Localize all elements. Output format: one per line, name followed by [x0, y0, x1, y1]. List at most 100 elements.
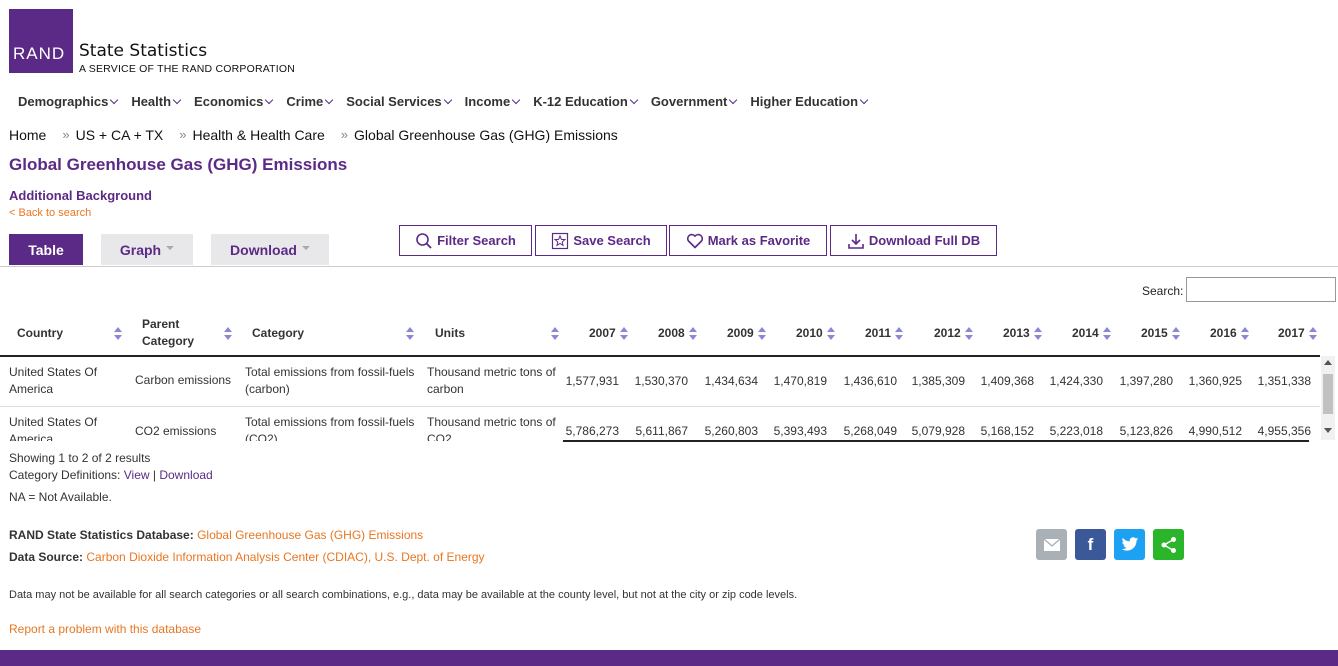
column-header-2007[interactable]: 2007 [589, 312, 628, 354]
column-header-2010[interactable]: 2010 [796, 312, 835, 354]
database-link[interactable]: Global Greenhouse Gas (GHG) Emissions [197, 528, 423, 542]
breadcrumb-topic[interactable]: Health & Health Care [193, 127, 325, 143]
twitter-share-button[interactable] [1114, 529, 1145, 560]
download-full-db-button[interactable]: Download Full DB [830, 225, 997, 256]
additional-background-link[interactable]: Additional Background [9, 188, 152, 203]
nav-k12-education[interactable]: K-12 Education [533, 94, 639, 109]
sort-icon [757, 326, 766, 340]
filter-search-button[interactable]: Filter Search [399, 225, 532, 256]
cell-parent-category: Carbon emissions [135, 373, 232, 387]
cell-value-2013: 5,168,152 [980, 424, 1034, 438]
category-definitions: Category Definitions: View | Download [9, 468, 213, 482]
sort-icon [114, 326, 122, 340]
column-header-country[interactable]: Country [17, 312, 122, 354]
cell-parent-category: CO2 emissions [135, 424, 217, 438]
sort-icon [551, 326, 559, 340]
column-header-parent-category[interactable]: Parent Category [142, 312, 232, 354]
back-to-search-link[interactable]: < Back to search [9, 207, 91, 219]
column-header-2011[interactable]: 2011 [865, 312, 904, 354]
table-row: United States Of America CO2 emissions T… [0, 407, 1320, 441]
cell-value-2010: 5,393,493 [773, 424, 827, 438]
cell-value-2016: 1,360,925 [1188, 374, 1242, 388]
scroll-down-arrow-icon[interactable] [1324, 428, 1332, 433]
chevron-down-icon [110, 95, 119, 104]
table-search-input[interactable] [1186, 277, 1336, 302]
sort-icon [1033, 326, 1042, 340]
star-bookmark-icon [552, 232, 569, 249]
column-header-2008[interactable]: 2008 [658, 312, 697, 354]
divider [0, 266, 1338, 267]
save-search-button[interactable]: Save Search [535, 225, 667, 256]
cell-value-2016: 4,990,512 [1188, 424, 1242, 438]
nav-health[interactable]: Health [131, 94, 182, 109]
email-icon [1043, 537, 1060, 551]
heart-icon [686, 233, 703, 248]
data-source-link[interactable]: Carbon Dioxide Information Analysis Cent… [86, 550, 484, 564]
breadcrumb-current: Global Greenhouse Gas (GHG) Emissions [354, 127, 618, 143]
column-header-2013[interactable]: 2013 [1003, 312, 1042, 354]
table-header-divider [0, 355, 1320, 357]
cell-value-2010: 1,470,819 [773, 374, 827, 388]
cell-value-2007: 5,786,273 [565, 424, 619, 438]
breadcrumb-home[interactable]: Home [9, 127, 46, 143]
rand-logo[interactable]: RAND [9, 9, 73, 73]
share-button[interactable] [1153, 529, 1184, 560]
sort-icon [895, 326, 904, 340]
nav-social-services[interactable]: Social Services [346, 94, 452, 109]
cell-value-2017: 4,955,356 [1257, 424, 1311, 438]
disclaimer: Data may not be available for all search… [9, 589, 798, 601]
breadcrumb-separator: » [179, 127, 187, 142]
chevron-down-icon [511, 95, 521, 104]
email-share-button[interactable] [1036, 529, 1067, 560]
results-count: Showing 1 to 2 of 2 results [9, 451, 151, 465]
report-problem-link[interactable]: Report a problem with this database [9, 622, 201, 636]
column-header-2009[interactable]: 2009 [727, 312, 766, 354]
sort-icon [1102, 326, 1111, 340]
nav-income[interactable]: Income [465, 94, 521, 109]
nav-economics[interactable]: Economics [194, 94, 274, 109]
chevron-down-icon [859, 95, 869, 104]
breadcrumb-location[interactable]: US + CA + TX [76, 127, 164, 143]
column-header-category[interactable]: Category [252, 312, 414, 354]
cell-value-2015: 1,397,280 [1119, 374, 1173, 388]
tab-table[interactable]: Table [9, 234, 83, 265]
sort-icon [619, 326, 628, 340]
cell-value-2009: 5,260,803 [704, 424, 758, 438]
cell-units: Thousand metric tons of CO2 [427, 415, 556, 441]
chevron-down-icon [172, 95, 182, 104]
cell-value-2014: 5,223,018 [1049, 424, 1103, 438]
mark-as-favorite-button[interactable]: Mark as Favorite [669, 225, 827, 256]
column-header-2014[interactable]: 2014 [1072, 312, 1111, 354]
scroll-up-arrow-icon[interactable] [1324, 360, 1332, 365]
chevron-down-icon [729, 95, 738, 104]
nav-demographics[interactable]: Demographics [18, 94, 119, 109]
column-header-units[interactable]: Units [435, 312, 559, 354]
chevron-down-icon [325, 95, 334, 104]
breadcrumb: Home » US + CA + TX » Health & Health Ca… [9, 127, 618, 143]
column-header-2015[interactable]: 2015 [1141, 312, 1180, 354]
definitions-download-link[interactable]: Download [159, 468, 212, 482]
tab-graph[interactable]: Graph [101, 234, 193, 265]
sort-icon [224, 326, 232, 340]
chevron-down-icon [629, 95, 639, 104]
tab-download[interactable]: Download [211, 234, 329, 265]
search-icon [416, 232, 432, 249]
table-footer-divider [563, 440, 1309, 442]
column-header-2016[interactable]: 2016 [1210, 312, 1249, 354]
column-header-2012[interactable]: 2012 [934, 312, 973, 354]
cell-category: Total emissions from fossil-fuels (carbo… [245, 365, 415, 396]
scrollbar-thumb[interactable] [1323, 374, 1333, 414]
column-header-2017[interactable]: 2017 [1278, 312, 1317, 354]
database-info: RAND State Statistics Database: Global G… [9, 528, 424, 542]
nav-crime[interactable]: Crime [286, 94, 334, 109]
definitions-view-link[interactable]: View [124, 468, 150, 482]
caret-down-icon [166, 246, 175, 250]
facebook-share-button[interactable]: f [1075, 529, 1106, 560]
nav-higher-education[interactable]: Higher Education [750, 94, 869, 109]
nav-government[interactable]: Government [651, 94, 738, 109]
breadcrumb-separator: » [340, 127, 349, 142]
sort-icon [688, 326, 697, 340]
site-title[interactable]: State Statistics [79, 41, 207, 61]
share-icon [1161, 536, 1176, 553]
sort-icon [406, 326, 414, 340]
